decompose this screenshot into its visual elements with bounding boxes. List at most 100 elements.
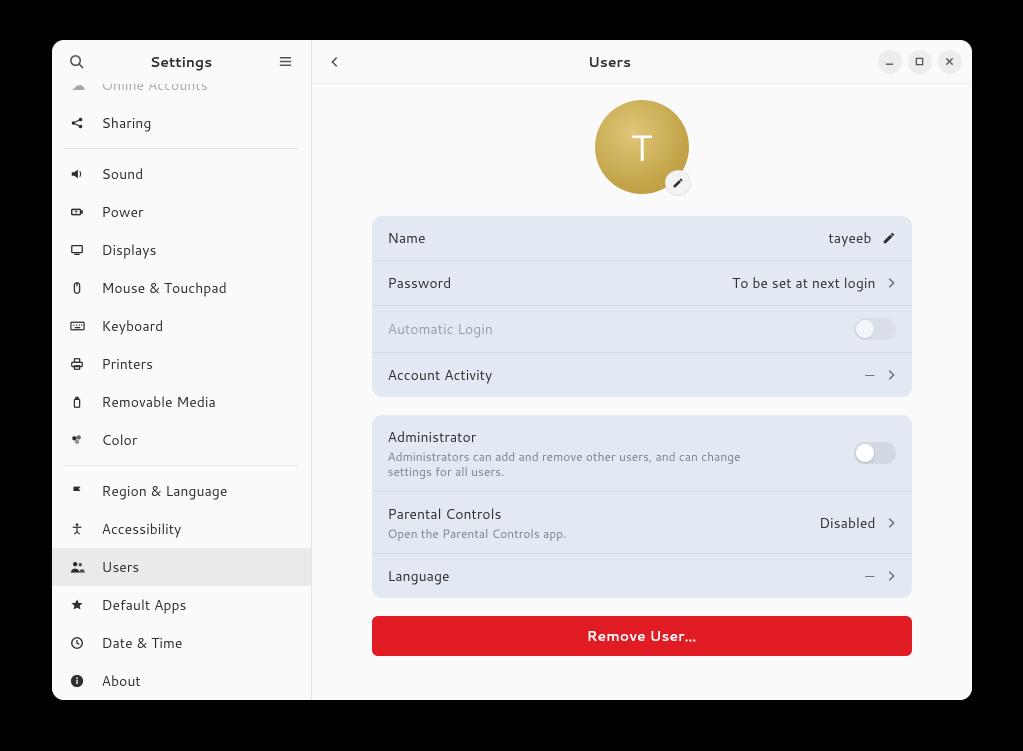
sidebar-item-displays[interactable]: Displays [52, 231, 311, 269]
sidebar-item-label: Region & Language [102, 481, 228, 501]
page-title: Users [588, 52, 631, 72]
activity-row[interactable]: Account Activity — [372, 353, 912, 397]
sidebar-item-label: Mouse & Touchpad [102, 278, 227, 298]
users-icon [70, 560, 88, 574]
avatar-container: T [372, 100, 912, 194]
name-row[interactable]: Name tayeeb [372, 216, 912, 261]
sidebar-item-label: Sound [102, 164, 144, 184]
password-value: To be set at next login [732, 273, 876, 293]
clock-icon [70, 636, 88, 650]
row-description: Administrators can add and remove other … [388, 449, 748, 479]
avatar-initial: T [631, 122, 652, 173]
menu-button[interactable] [273, 49, 299, 75]
sidebar-item-sound[interactable]: Sound [52, 155, 311, 193]
chevron-right-icon [886, 277, 896, 289]
sidebar-item-label: Online Accounts [102, 84, 208, 95]
sidebar-item-label: Displays [102, 240, 157, 260]
search-button[interactable] [64, 49, 90, 75]
sidebar-item-label: Color [102, 430, 138, 450]
row-label: Account Activity [388, 365, 493, 385]
sidebar-item-accessibility[interactable]: Accessibility [52, 510, 311, 548]
sidebar-item-region[interactable]: Region & Language [52, 472, 311, 510]
close-button[interactable] [938, 50, 962, 74]
power-icon [70, 205, 88, 219]
sidebar-separator [64, 465, 299, 466]
maximize-button[interactable] [908, 50, 932, 74]
sidebar-item-label: Printers [102, 354, 154, 374]
parental-controls-row[interactable]: Parental Controls Open the Parental Cont… [372, 492, 912, 554]
row-label: Administrator [388, 427, 854, 447]
sidebar-item-power[interactable]: Power [52, 193, 311, 231]
main-panel: Users T [312, 40, 972, 700]
edit-avatar-button[interactable] [665, 170, 691, 196]
cloud-icon: ☁ [70, 84, 88, 95]
row-description: Open the Parental Controls app. [388, 526, 748, 541]
remove-user-button[interactable]: Remove User… [372, 616, 912, 656]
minimize-button[interactable] [878, 50, 902, 74]
sidebar-item-about[interactable]: About [52, 662, 311, 700]
name-value: tayeeb [828, 228, 871, 248]
activity-value: — [865, 365, 875, 385]
keyboard-icon [70, 319, 88, 333]
sidebar-item-label: Accessibility [102, 519, 182, 539]
sidebar-item-label: Removable Media [102, 392, 216, 412]
administrator-row[interactable]: Administrator Administrators can add and… [372, 415, 912, 492]
row-label: Password [388, 273, 452, 293]
sidebar-item-sharing[interactable]: Sharing [52, 104, 311, 142]
language-value: — [865, 566, 875, 586]
sidebar: Settings ☁ Online Accounts Sharing [52, 40, 312, 700]
sidebar-item-label: Default Apps [102, 595, 187, 615]
user-avatar: T [595, 100, 689, 194]
settings-window: Settings ☁ Online Accounts Sharing [52, 40, 972, 700]
row-label: Name [388, 228, 426, 248]
chevron-left-icon [328, 55, 342, 69]
usb-icon [70, 395, 88, 409]
main-header: Users [312, 40, 972, 84]
close-icon [945, 57, 954, 66]
sidebar-item-label: Users [102, 557, 140, 577]
sidebar-item-mouse[interactable]: Mouse & Touchpad [52, 269, 311, 307]
remove-user-label: Remove User… [587, 626, 697, 646]
sidebar-item-label: Keyboard [102, 316, 164, 336]
sidebar-item-keyboard[interactable]: Keyboard [52, 307, 311, 345]
pencil-icon [672, 177, 684, 189]
maximize-icon [915, 57, 924, 66]
palette-icon [70, 433, 88, 447]
language-row[interactable]: Language — [372, 554, 912, 598]
sidebar-item-default-apps[interactable]: Default Apps [52, 586, 311, 624]
sidebar-item-removable-media[interactable]: Removable Media [52, 383, 311, 421]
sidebar-item-online-accounts[interactable]: ☁ Online Accounts [52, 84, 311, 104]
sidebar-item-users[interactable]: Users [52, 548, 311, 586]
minimize-icon [885, 57, 894, 66]
chevron-right-icon [886, 570, 896, 582]
pencil-icon [882, 231, 896, 245]
back-button[interactable] [322, 49, 348, 75]
account-card: Name tayeeb Password To be set at next l… [372, 216, 912, 397]
sidebar-list: ☁ Online Accounts Sharing Sound [52, 84, 311, 700]
sidebar-item-label: Date & Time [102, 633, 183, 653]
privileges-card: Administrator Administrators can add and… [372, 415, 912, 598]
sidebar-item-date-time[interactable]: Date & Time [52, 624, 311, 662]
password-row[interactable]: Password To be set at next login [372, 261, 912, 306]
flag-icon [70, 484, 88, 498]
chevron-right-icon [886, 369, 896, 381]
sidebar-item-printers[interactable]: Printers [52, 345, 311, 383]
row-label: Language [388, 566, 450, 586]
sidebar-item-label: Sharing [102, 113, 152, 133]
autologin-switch [854, 318, 896, 340]
sidebar-title: Settings [90, 52, 273, 72]
sidebar-item-label: Power [102, 202, 144, 222]
autologin-row: Automatic Login [372, 306, 912, 353]
star-icon [70, 598, 88, 612]
speaker-icon [70, 167, 88, 181]
mouse-icon [70, 281, 88, 295]
main-body: T Name tayeeb [312, 84, 972, 700]
administrator-switch[interactable] [854, 442, 896, 464]
share-icon [70, 116, 88, 130]
parental-value: Disabled [819, 513, 875, 533]
sidebar-item-color[interactable]: Color [52, 421, 311, 459]
display-icon [70, 243, 88, 257]
chevron-right-icon [886, 517, 896, 529]
hamburger-icon [278, 54, 293, 69]
printer-icon [70, 357, 88, 371]
